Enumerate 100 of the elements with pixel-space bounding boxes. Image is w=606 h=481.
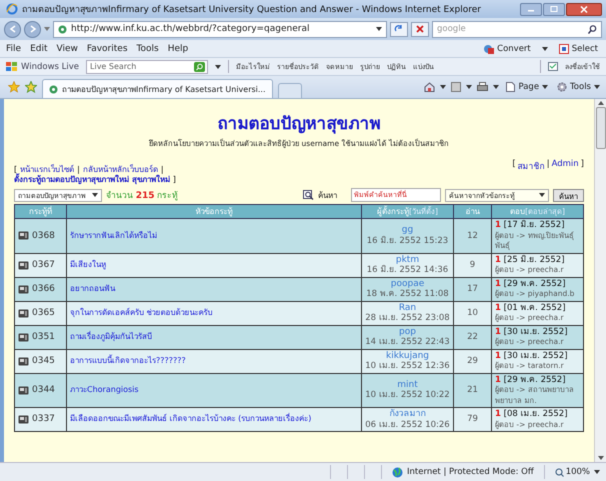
topic-icon bbox=[18, 308, 29, 318]
read-count: 29 bbox=[467, 356, 478, 366]
nav-link[interactable]: Admin bbox=[552, 159, 579, 173]
windows-flag-icon bbox=[6, 62, 18, 72]
browser-logo-icon bbox=[6, 3, 18, 15]
checkbox-icon[interactable] bbox=[548, 62, 558, 71]
poster-link[interactable]: kikkujang bbox=[386, 350, 429, 360]
bracket: [ bbox=[14, 165, 18, 174]
bracket: ] bbox=[172, 175, 176, 185]
favorites-star-icon[interactable] bbox=[8, 81, 20, 93]
close-icon bbox=[580, 6, 588, 12]
window-title: ถามตอบปัญหาสุขภาพInfirmary of Kasetsart University Question and Answer - Windows Internet Explorer bbox=[22, 4, 482, 16]
topic-link[interactable]: จุกในการดัดเอคส์ครับ ช่วยตอบด้วยนะครับ bbox=[70, 308, 213, 317]
caret-icon bbox=[539, 193, 545, 197]
minimize-button[interactable] bbox=[520, 2, 542, 16]
topic-number: 0368 bbox=[32, 230, 55, 241]
topic-link[interactable]: ถามเรื่องภูมิคุ้มกันไวรัสบี bbox=[70, 332, 152, 341]
scroll-up-icon[interactable] bbox=[598, 101, 604, 105]
topic-link[interactable]: รักษารากฟันเลิกได้หรือไม่ bbox=[70, 230, 157, 240]
read-count: 12 bbox=[467, 230, 478, 240]
topic-icon bbox=[18, 415, 29, 424]
browser-tab[interactable]: ถามตอบปัญหาสุขภาพInfirmary of Kasetsart Universi... bbox=[42, 79, 273, 98]
last-reply: 1 [29 พ.ค. 2552] bbox=[495, 374, 566, 384]
menu-item[interactable]: View bbox=[56, 44, 78, 54]
bracket: ] bbox=[580, 159, 584, 171]
column-header: หัวข้อกระทู้ bbox=[66, 204, 362, 218]
convert-icon bbox=[483, 44, 494, 54]
nav-link[interactable]: กลับหน้าหลักเว็บบอร์ด bbox=[82, 165, 158, 175]
dropdown-arrow-icon[interactable] bbox=[542, 46, 548, 50]
topic-icon bbox=[18, 332, 29, 342]
back-button[interactable] bbox=[4, 20, 21, 38]
poster-link[interactable]: กังวลมาก bbox=[390, 409, 426, 419]
dropdown-arrow-icon[interactable] bbox=[376, 27, 382, 31]
topic-count: จำนวน 215 กระทู้ bbox=[106, 190, 178, 202]
nav-link[interactable]: หน้าแรกเว็บไซต์ bbox=[20, 165, 74, 175]
dropdown-arrow-icon[interactable] bbox=[215, 64, 222, 68]
scrollbar[interactable] bbox=[594, 99, 606, 462]
topic-number: 0351 bbox=[32, 332, 55, 342]
poster-link[interactable]: Ran bbox=[398, 302, 416, 312]
topic-link[interactable]: ภาวะChorangiosis bbox=[70, 385, 139, 394]
column-header: อ่าน bbox=[454, 204, 492, 218]
last-reply: 1 [29 พ.ค. 2552] bbox=[495, 278, 566, 288]
last-reply: 1 [17 มิ.ย. 2552] bbox=[495, 220, 565, 230]
read-count: 79 bbox=[467, 414, 478, 424]
nav-link[interactable]: ตั้งกระทู้ถามตอบปัญหาสุขภาพใหม่ สุขภาพใหม่ bbox=[14, 175, 170, 185]
maximize-icon bbox=[550, 6, 558, 12]
topic-link[interactable]: มีเสียงในหู bbox=[70, 260, 106, 269]
zoom-icon bbox=[554, 468, 564, 476]
tools-menu-button[interactable]: Tools bbox=[555, 82, 602, 92]
read-count: 22 bbox=[467, 332, 478, 342]
post-date: 10 เม.ย. 2552 12:36 bbox=[365, 361, 450, 371]
scroll-thumb[interactable] bbox=[596, 107, 606, 149]
dropdown-arrow-icon[interactable] bbox=[440, 85, 446, 89]
address-bar[interactable]: http://www.inf.ku.ac.th/webbrd/?category=qageneral bbox=[53, 20, 387, 38]
stop-button[interactable] bbox=[411, 22, 429, 36]
dropdown-arrow-icon[interactable] bbox=[594, 470, 600, 474]
scroll-down-icon[interactable] bbox=[598, 456, 604, 460]
home-icon[interactable] bbox=[424, 82, 436, 92]
bracket: [ bbox=[512, 159, 516, 171]
dropdown-arrow-icon[interactable] bbox=[466, 85, 472, 89]
caret-icon bbox=[542, 85, 548, 89]
topic-link[interactable]: อาการแบบนี้เกิดจากอะไร??????? bbox=[70, 356, 186, 365]
add-favorite-icon[interactable] bbox=[25, 81, 37, 93]
maximize-button[interactable] bbox=[543, 2, 565, 16]
printer-icon[interactable] bbox=[477, 82, 488, 92]
menu-item[interactable]: Tools bbox=[136, 44, 159, 54]
topic-number: 0365 bbox=[32, 308, 55, 318]
post-date: 16 มิ.ย. 2552 15:23 bbox=[366, 236, 448, 246]
windows-live-button[interactable]: Windows Live bbox=[6, 62, 80, 72]
dropdown-arrow-icon[interactable] bbox=[493, 85, 500, 89]
post-date: 10 เม.ย. 2552 10:22 bbox=[365, 390, 450, 400]
menu-item[interactable]: File bbox=[6, 44, 22, 54]
topic-number: 0345 bbox=[32, 356, 55, 366]
page-menu-button[interactable]: Page bbox=[504, 82, 550, 92]
post-date: 18 พ.ค. 2552 11:08 bbox=[366, 289, 449, 299]
post-date: 14 เม.ย. 2552 22:43 bbox=[365, 337, 450, 347]
refresh-button[interactable] bbox=[390, 22, 408, 36]
last-reply: 1 [25 มิ.ย. 2552] bbox=[495, 254, 565, 264]
read-count: 21 bbox=[467, 385, 478, 395]
menu-item[interactable]: Help bbox=[168, 44, 188, 54]
close-button[interactable] bbox=[566, 2, 602, 16]
menu-item[interactable]: Favorites bbox=[86, 44, 128, 54]
separator: | bbox=[77, 165, 80, 174]
nav-link[interactable]: สมาชิก bbox=[518, 159, 545, 173]
refresh-icon bbox=[394, 24, 404, 34]
caret-icon bbox=[92, 193, 98, 197]
menu-item[interactable]: Edit bbox=[30, 44, 48, 54]
forward-button[interactable] bbox=[24, 20, 41, 38]
topic-number: 0337 bbox=[32, 414, 55, 425]
read-count: 9 bbox=[470, 260, 476, 270]
post-date: 06 เม.ย. 2552 10:26 bbox=[365, 420, 450, 430]
convert-button[interactable]: Convert bbox=[481, 44, 533, 54]
search-icon[interactable] bbox=[588, 24, 597, 34]
select-button[interactable]: Select bbox=[556, 44, 600, 54]
poster-link[interactable]: pktm bbox=[396, 254, 420, 264]
gear-icon bbox=[557, 82, 568, 92]
live-search-field[interactable]: Live Search bbox=[86, 60, 208, 74]
page-title: ถามตอบปัญหาสุขภาพ bbox=[218, 113, 380, 136]
topic-link[interactable]: อยากถอนฟัน bbox=[70, 284, 115, 293]
zoom-level[interactable]: 100% bbox=[554, 467, 590, 477]
